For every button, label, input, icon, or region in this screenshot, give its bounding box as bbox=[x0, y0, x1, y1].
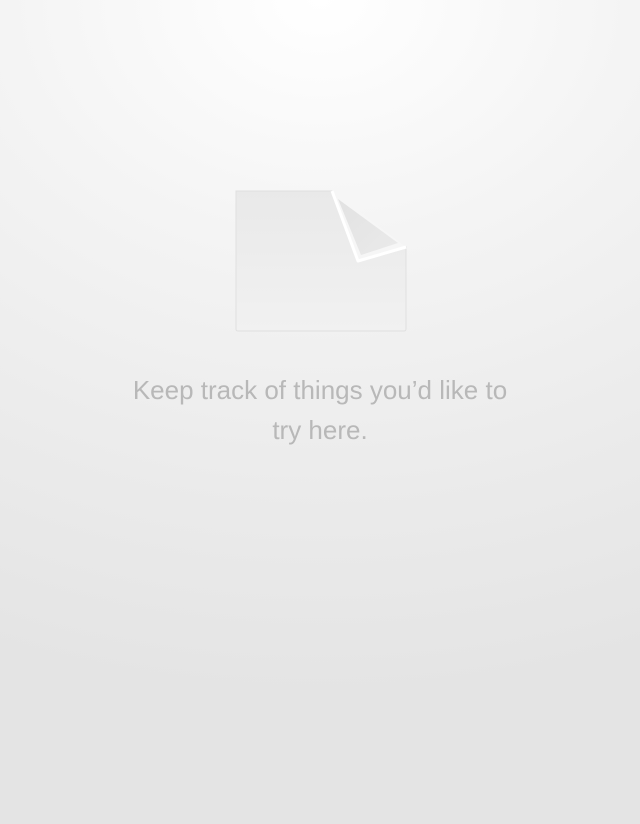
empty-state-message: Keep track of things you’d like to try h… bbox=[132, 375, 508, 445]
blank-document-icon bbox=[235, 190, 407, 332]
empty-state: Keep track of things you’d like to try h… bbox=[0, 0, 640, 824]
